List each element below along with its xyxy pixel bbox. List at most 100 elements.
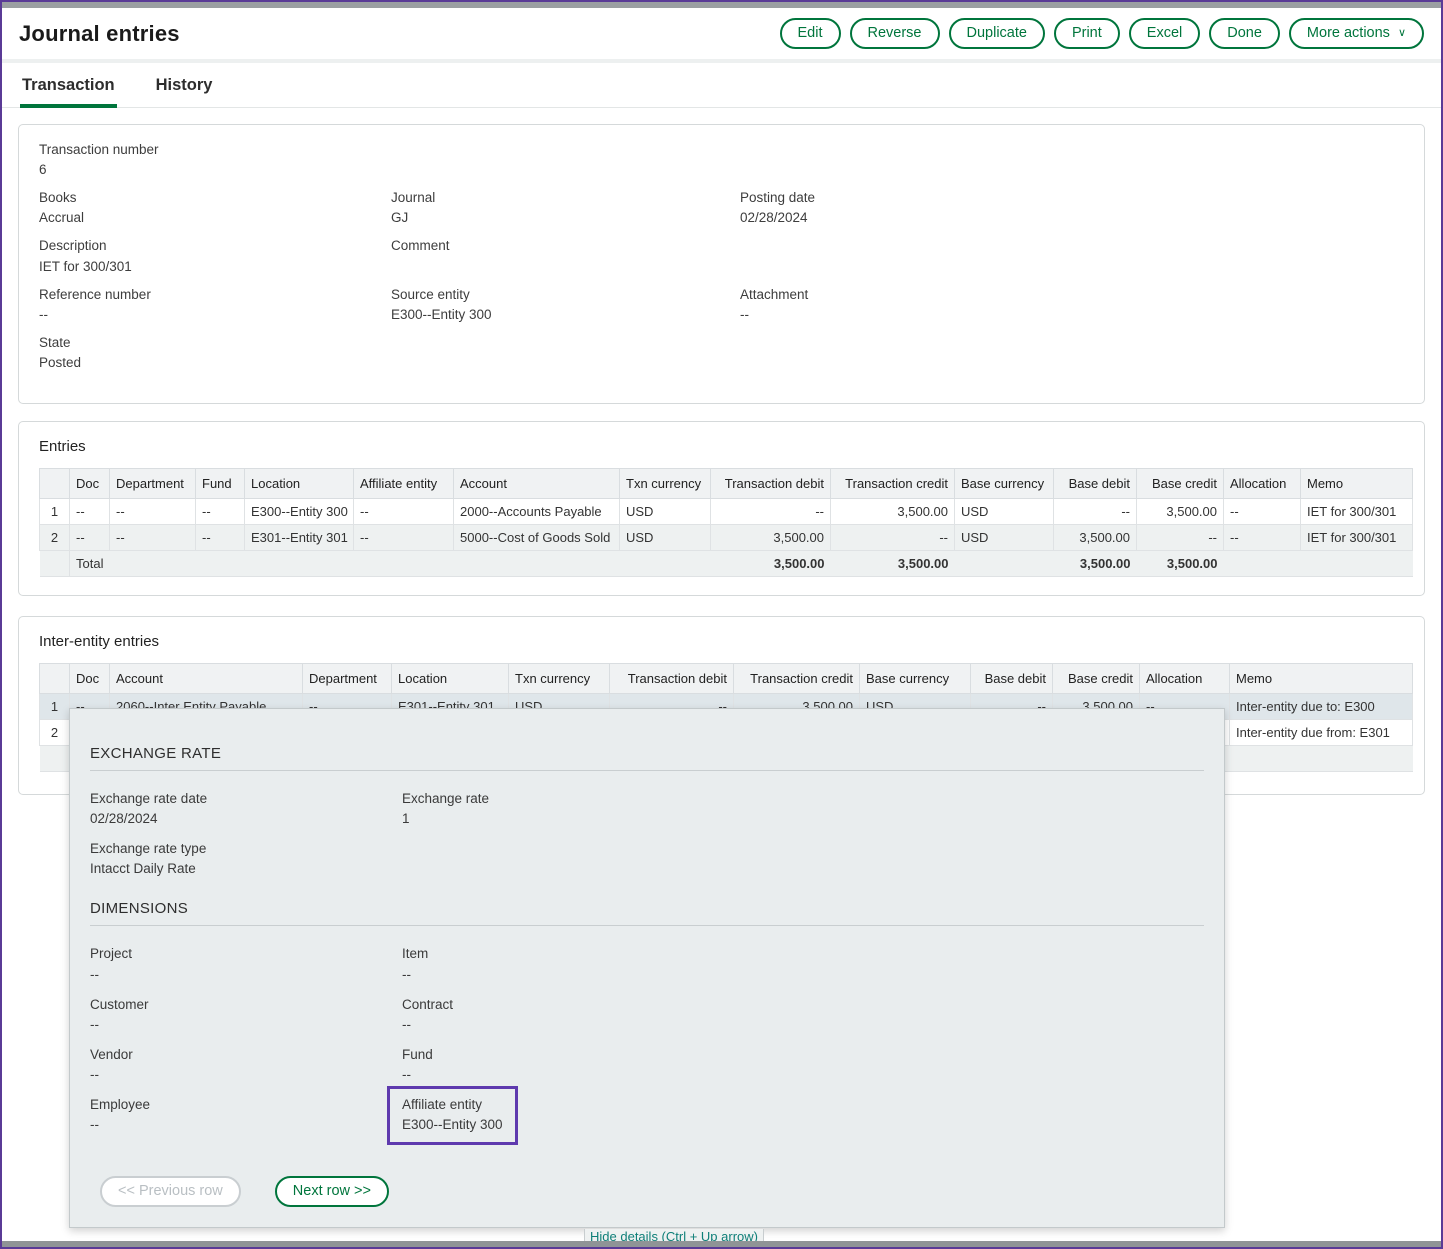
field-row: Project--Item-- bbox=[90, 946, 1204, 981]
cell: -- bbox=[831, 525, 955, 551]
section-dimensions: DIMENSIONSProject--Item--Customer--Contr… bbox=[90, 900, 1204, 1132]
cell: 3,500.00 bbox=[711, 551, 831, 577]
field-value: 1 bbox=[402, 811, 1204, 826]
column-header: Fund bbox=[196, 469, 245, 499]
cell: USD bbox=[620, 499, 711, 525]
field-label: Source entity bbox=[391, 287, 740, 302]
total-row: Total3,500.003,500.003,500.003,500.00 bbox=[40, 551, 1413, 577]
field-label: Item bbox=[402, 946, 1204, 961]
cell: -- bbox=[1224, 499, 1301, 525]
table-row[interactable]: 2------E301--Entity 301--5000--Cost of G… bbox=[40, 525, 1413, 551]
field-label: Comment bbox=[391, 238, 740, 253]
cell bbox=[245, 551, 354, 577]
next-row-button[interactable]: Next row >> bbox=[275, 1176, 389, 1207]
cell: 1 bbox=[40, 694, 70, 720]
cell: 3,500.00 bbox=[831, 551, 955, 577]
chevron-down-icon: ∨ bbox=[1398, 27, 1406, 40]
field-exchange-rate-type: Exchange rate type Intacct Daily Rate bbox=[90, 841, 402, 876]
cell: -- bbox=[354, 525, 454, 551]
field-exchange-rate: Exchange rate1 bbox=[402, 791, 1204, 826]
field-label: Exchange rate date bbox=[90, 791, 402, 806]
column-header: Base debit bbox=[1054, 469, 1137, 499]
tab-history[interactable]: History bbox=[154, 76, 215, 107]
cell: -- bbox=[196, 499, 245, 525]
cell: -- bbox=[110, 525, 196, 551]
cell: USD bbox=[955, 499, 1054, 525]
field-value: -- bbox=[402, 1067, 1204, 1082]
field-attachment: Attachment-- bbox=[740, 287, 1404, 322]
excel-button[interactable]: Excel bbox=[1129, 18, 1200, 49]
field-value: 6 bbox=[39, 162, 391, 177]
field-row: BooksAccrualJournalGJPosting date02/28/2… bbox=[39, 190, 1404, 225]
cell: 3,500.00 bbox=[1137, 499, 1224, 525]
duplicate-button[interactable]: Duplicate bbox=[949, 18, 1045, 49]
cell bbox=[1224, 551, 1301, 577]
section-title: EXCHANGE RATE bbox=[90, 745, 1204, 762]
field-affiliate-entity: Affiliate entity E300--Entity 300 bbox=[402, 1097, 503, 1132]
cell: 5000--Cost of Goods Sold bbox=[454, 525, 620, 551]
edit-button[interactable]: Edit bbox=[780, 18, 841, 49]
transaction-summary-card: Transaction number6BooksAccrualJournalGJ… bbox=[18, 124, 1425, 404]
field-label: Customer bbox=[90, 997, 402, 1012]
done-button[interactable]: Done bbox=[1209, 18, 1280, 49]
button-label: Excel bbox=[1147, 25, 1182, 42]
column-header: Txn currency bbox=[509, 664, 610, 694]
more-actions-button[interactable]: More actions∨ bbox=[1289, 18, 1424, 49]
section-title: Entries bbox=[39, 438, 1404, 455]
field-value: -- bbox=[39, 307, 391, 322]
cell: 3,500.00 bbox=[711, 525, 831, 551]
cell: USD bbox=[955, 525, 1054, 551]
cell: -- bbox=[354, 499, 454, 525]
column-header: Account bbox=[454, 469, 620, 499]
column-header: Location bbox=[392, 664, 509, 694]
button-label: Duplicate bbox=[967, 25, 1027, 42]
field-value: E300--Entity 300 bbox=[402, 1117, 503, 1132]
field-label: Affiliate entity bbox=[402, 1097, 503, 1112]
cell: IET for 300/301 bbox=[1301, 525, 1413, 551]
column-header: Base credit bbox=[1137, 469, 1224, 499]
field-reference-number: Reference number-- bbox=[39, 287, 391, 322]
field-label: Journal bbox=[391, 190, 740, 205]
tab-transaction[interactable]: Transaction bbox=[20, 76, 117, 107]
action-buttons: Edit Reverse Duplicate Print Excel Done More a… bbox=[780, 18, 1425, 49]
field-value: -- bbox=[90, 967, 402, 982]
section-title: DIMENSIONS bbox=[90, 900, 1204, 917]
cell bbox=[40, 551, 70, 577]
field-value: GJ bbox=[391, 210, 740, 225]
entries-table: DocDepartmentFundLocationAffiliate entit… bbox=[39, 468, 1413, 577]
table-row[interactable]: 1------E300--Entity 300--2000--Accounts … bbox=[40, 499, 1413, 525]
header-row: DocDepartmentFundLocationAffiliate entit… bbox=[40, 469, 1413, 499]
field-value: Posted bbox=[39, 355, 391, 370]
cell: -- bbox=[70, 525, 110, 551]
cell: Total bbox=[70, 551, 110, 577]
field-transaction-number: Transaction number6 bbox=[39, 142, 391, 177]
print-button[interactable]: Print bbox=[1054, 18, 1120, 49]
column-header: Department bbox=[110, 469, 196, 499]
field-label: Contract bbox=[402, 997, 1204, 1012]
cell: 2 bbox=[40, 720, 70, 746]
field-label: Project bbox=[90, 946, 402, 961]
field-source-entity: Source entityE300--Entity 300 bbox=[391, 287, 740, 322]
entries-card: Entries DocDepartmentFundLocationAffilia… bbox=[18, 421, 1425, 596]
cell: -- bbox=[1224, 525, 1301, 551]
field-exchange-rate-date: Exchange rate date02/28/2024 bbox=[90, 791, 402, 826]
field-label: Exchange rate type bbox=[90, 841, 402, 856]
field-posting-date: Posting date02/28/2024 bbox=[740, 190, 1404, 225]
field-value: Intacct Daily Rate bbox=[90, 861, 402, 876]
section-title: Inter-entity entries bbox=[39, 633, 1404, 650]
column-header bbox=[40, 664, 70, 694]
transaction-fields: Transaction number6BooksAccrualJournalGJ… bbox=[39, 142, 1404, 370]
field-value bbox=[391, 259, 740, 274]
field-label: Employee bbox=[90, 1097, 402, 1112]
reverse-button[interactable]: Reverse bbox=[850, 18, 940, 49]
column-header bbox=[40, 469, 70, 499]
cell bbox=[1301, 551, 1413, 577]
previous-row-button[interactable]: << Previous row bbox=[100, 1176, 241, 1207]
cell bbox=[354, 551, 454, 577]
cell bbox=[196, 551, 245, 577]
cell: 3,500.00 bbox=[1054, 525, 1137, 551]
field-vendor: Vendor-- bbox=[90, 1047, 402, 1082]
column-header: Transaction debit bbox=[610, 664, 734, 694]
cell bbox=[955, 551, 1054, 577]
cell: USD bbox=[620, 525, 711, 551]
